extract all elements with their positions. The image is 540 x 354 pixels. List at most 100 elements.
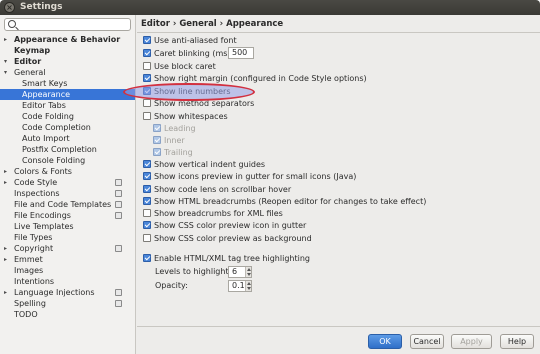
levels-stepper[interactable]: 6 [228, 266, 252, 278]
sidebar-item-label: Language Injections [14, 288, 95, 297]
collapsed-arrow-icon[interactable]: ▸ [4, 34, 7, 45]
sidebar-item-file-encodings[interactable]: File Encodings [0, 210, 135, 221]
sidebar-item-todo[interactable]: TODO [0, 309, 135, 320]
sidebar-item-appearance-behavior[interactable]: ▸ Appearance & Behavior [0, 34, 135, 45]
sidebar-item-spelling[interactable]: Spelling [0, 298, 135, 309]
collapsed-arrow-icon[interactable]: ▸ [4, 243, 7, 254]
cancel-button[interactable]: Cancel [410, 334, 444, 349]
option-label: Show code lens on scrollbar hover [154, 185, 292, 194]
sidebar-item-keymap[interactable]: Keymap [0, 45, 135, 56]
opacity-value: 0.1 [232, 281, 245, 290]
project-scope-icon [115, 289, 122, 296]
sidebar-item-code-style[interactable]: ▸ Code Style [0, 177, 135, 188]
settings-tree: ▸ Appearance & Behavior Keymap ▾ Editor ▾ Gene… [0, 34, 135, 320]
sidebar-item-editor[interactable]: ▾ Editor [0, 56, 135, 67]
sidebar-item-file-types[interactable]: File Types [0, 232, 135, 243]
sidebar-item-label: General [14, 68, 46, 77]
spinner-arrows-icon[interactable] [245, 281, 251, 291]
checkbox-ws-trailing[interactable] [153, 148, 161, 156]
sidebar-item-live-templates[interactable]: Live Templates [0, 221, 135, 232]
caret-blinking-input[interactable]: 500 [228, 47, 254, 59]
sidebar-item-label: Editor Tabs [22, 101, 66, 110]
checkbox-indent-guides[interactable] [143, 160, 151, 168]
sidebar-item-console-folding[interactable]: Console Folding [0, 155, 135, 166]
sidebar-item-label: Code Style [14, 178, 58, 187]
sidebar-item-label: Images [14, 266, 44, 275]
search-icon [8, 20, 16, 28]
collapsed-arrow-icon[interactable]: ▸ [4, 166, 7, 177]
collapsed-arrow-icon[interactable]: ▸ [4, 287, 7, 298]
project-scope-icon [115, 300, 122, 307]
sidebar-item-label: Colors & Fonts [14, 167, 72, 176]
expanded-arrow-icon[interactable]: ▾ [4, 67, 7, 78]
sidebar-item-label: Appearance [22, 90, 71, 99]
checkbox-ws-leading[interactable] [153, 124, 161, 132]
levels-value: 6 [232, 267, 238, 276]
sidebar-item-inspections[interactable]: Inspections [0, 188, 135, 199]
help-button[interactable]: Help [500, 334, 534, 349]
sidebar-item-code-completion[interactable]: Code Completion [0, 122, 135, 133]
option-label: Trailing [164, 148, 193, 157]
opacity-stepper[interactable]: 0.1 [228, 280, 252, 292]
sidebar-item-label: Postfix Completion [22, 145, 97, 154]
sidebar-item-label: TODO [14, 310, 38, 319]
option-label: Caret blinking (ms): [154, 49, 234, 58]
sidebar-item-label: Spelling [14, 299, 46, 308]
sidebar-item-label: Emmet [14, 255, 43, 264]
checkbox-css-icon[interactable] [143, 221, 151, 229]
settings-window: × Settings ▸ Appearance & Behavior Keymap ▾… [0, 0, 540, 354]
apply-button[interactable]: Apply [451, 334, 492, 349]
option-label: Show breadcrumbs for XML files [154, 209, 283, 218]
sidebar-item-file-and-code-templates[interactable]: File and Code Templates [0, 199, 135, 210]
sidebar-item-label: Console Folding [22, 156, 86, 165]
sidebar-item-label: File and Code Templates [14, 200, 112, 209]
settings-sidebar: ▸ Appearance & Behavior Keymap ▾ Editor ▾ Gene… [0, 15, 136, 354]
checkbox-right-margin[interactable] [143, 74, 151, 82]
checkbox-tag-tree[interactable] [143, 254, 151, 262]
title-bar: × Settings [0, 0, 540, 15]
search-input[interactable] [4, 18, 131, 31]
footer-divider [137, 326, 540, 327]
sidebar-item-colors-fonts[interactable]: ▸ Colors & Fonts [0, 166, 135, 177]
sidebar-item-label: Code Folding [22, 112, 74, 121]
checkbox-block-caret[interactable] [143, 62, 151, 70]
option-label: Use anti-aliased font [154, 36, 237, 45]
checkbox-ws-inner[interactable] [153, 136, 161, 144]
sidebar-item-label: Smart Keys [22, 79, 68, 88]
checkbox-anti-aliased[interactable] [143, 36, 151, 44]
sidebar-item-label: File Encodings [14, 211, 71, 220]
sidebar-item-emmet[interactable]: ▸ Emmet [0, 254, 135, 265]
checkbox-html-breadcrumbs[interactable] [143, 197, 151, 205]
checkbox-css-background[interactable] [143, 234, 151, 242]
sidebar-item-label: Editor [14, 57, 42, 66]
close-window-icon[interactable]: × [4, 2, 15, 13]
checkbox-xml-breadcrumbs[interactable] [143, 209, 151, 217]
checkbox-code-lens[interactable] [143, 185, 151, 193]
checkbox-whitespaces[interactable] [143, 112, 151, 120]
project-scope-icon [115, 201, 122, 208]
sidebar-item-editor-tabs[interactable]: Editor Tabs [0, 100, 135, 111]
ok-button[interactable]: OK [368, 334, 402, 349]
option-label: Show CSS color preview as background [154, 234, 312, 243]
project-scope-icon [115, 212, 122, 219]
sidebar-item-language-injections[interactable]: ▸ Language Injections [0, 287, 135, 298]
sidebar-item-auto-import[interactable]: Auto Import [0, 133, 135, 144]
sidebar-item-images[interactable]: Images [0, 265, 135, 276]
sidebar-item-postfix-completion[interactable]: Postfix Completion [0, 144, 135, 155]
checkbox-method-separators[interactable] [143, 99, 151, 107]
settings-content: Editor › General › Appearance Use anti-a… [137, 15, 540, 354]
sidebar-item-code-folding[interactable]: Code Folding [0, 111, 135, 122]
sidebar-item-intentions[interactable]: Intentions [0, 276, 135, 287]
sidebar-item-appearance[interactable]: Appearance [0, 89, 135, 100]
checkbox-small-icons[interactable] [143, 172, 151, 180]
sidebar-item-label: Copyright [14, 244, 54, 253]
expanded-arrow-icon[interactable]: ▾ [4, 56, 7, 67]
sidebar-item-copyright[interactable]: ▸ Copyright [0, 243, 135, 254]
spinner-arrows-icon[interactable] [245, 267, 251, 277]
sidebar-item-smart-keys[interactable]: Smart Keys [0, 78, 135, 89]
sidebar-item-general[interactable]: ▾ General [0, 67, 135, 78]
breadcrumb: Editor › General › Appearance [141, 19, 284, 29]
checkbox-caret-blinking[interactable] [143, 49, 151, 57]
collapsed-arrow-icon[interactable]: ▸ [4, 177, 7, 188]
collapsed-arrow-icon[interactable]: ▸ [4, 254, 7, 265]
